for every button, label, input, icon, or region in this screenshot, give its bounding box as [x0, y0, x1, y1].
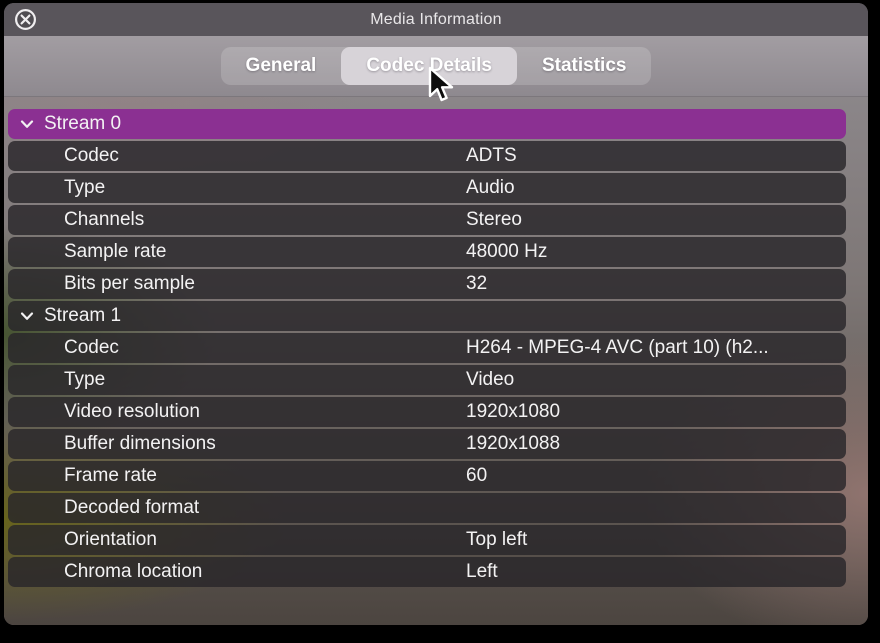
- screenshot-stage: Media Information General Codec Details …: [0, 0, 880, 643]
- tab-label: Codec Details: [366, 55, 492, 77]
- row-label: Orientation: [64, 529, 157, 551]
- row-value: Left: [466, 561, 842, 583]
- close-button[interactable]: [14, 8, 37, 31]
- tab-label: General: [246, 55, 317, 77]
- table-row-codec[interactable]: Codec ADTS: [8, 141, 846, 171]
- group-row-stream-1[interactable]: Stream 1: [8, 301, 846, 331]
- row-value: Audio: [466, 177, 842, 199]
- tab-general[interactable]: General: [221, 47, 342, 85]
- row-value: 1920x1088: [466, 433, 842, 455]
- row-value: 60: [466, 465, 842, 487]
- table-row-decoded-format[interactable]: Decoded format: [8, 493, 846, 523]
- row-value: Top left: [466, 529, 842, 551]
- window-title: Media Information: [370, 11, 501, 29]
- table-row-chroma-location[interactable]: Chroma location Left: [8, 557, 846, 587]
- row-value: Stereo: [466, 209, 842, 231]
- row-value: ADTS: [466, 145, 842, 167]
- stream-info-table[interactable]: Stream 0 Codec ADTS Type Audio Channels …: [8, 109, 846, 587]
- row-label: Channels: [64, 209, 144, 231]
- row-label: Bits per sample: [64, 273, 195, 295]
- row-label: Video resolution: [64, 401, 200, 423]
- row-value: 1920x1080: [466, 401, 842, 423]
- table-row-sample-rate[interactable]: Sample rate 48000 Hz: [8, 237, 846, 267]
- chevron-down-icon[interactable]: [20, 310, 34, 322]
- table-row-frame-rate[interactable]: Frame rate 60: [8, 461, 846, 491]
- row-label: Sample rate: [64, 241, 166, 263]
- row-label: Frame rate: [64, 465, 157, 487]
- row-value: Video: [466, 369, 842, 391]
- codec-details-panel: Stream 0 Codec ADTS Type Audio Channels …: [4, 97, 868, 625]
- table-row-orientation[interactable]: Orientation Top left: [8, 525, 846, 555]
- row-label: Stream 1: [44, 305, 121, 327]
- table-row-type[interactable]: Type Video: [8, 365, 846, 395]
- table-row-channels[interactable]: Channels Stereo: [8, 205, 846, 235]
- row-label: Codec: [64, 337, 119, 359]
- table-row-codec[interactable]: Codec H264 - MPEG-4 AVC (part 10) (h2...: [8, 333, 846, 363]
- chevron-down-icon[interactable]: [20, 118, 34, 130]
- tab-statistics[interactable]: Statistics: [517, 47, 651, 85]
- row-label: Codec: [64, 145, 119, 167]
- tab-bar: General Codec Details Statistics: [221, 47, 652, 85]
- row-label: Stream 0: [44, 113, 121, 135]
- row-value: 32: [466, 273, 842, 295]
- group-row-stream-0[interactable]: Stream 0: [8, 109, 846, 139]
- table-row-type[interactable]: Type Audio: [8, 173, 846, 203]
- row-label: Decoded format: [64, 497, 199, 519]
- tab-label: Statistics: [542, 55, 626, 77]
- toolbar: General Codec Details Statistics: [4, 36, 868, 97]
- row-label: Buffer dimensions: [64, 433, 216, 455]
- close-icon: [14, 8, 37, 31]
- table-row-buffer-dimensions[interactable]: Buffer dimensions 1920x1088: [8, 429, 846, 459]
- row-value: H264 - MPEG-4 AVC (part 10) (h2...: [466, 337, 842, 359]
- tab-codec-details[interactable]: Codec Details: [341, 47, 517, 85]
- title-bar[interactable]: Media Information: [4, 3, 868, 36]
- row-label: Chroma location: [64, 561, 202, 583]
- row-label: Type: [64, 369, 105, 391]
- row-value: 48000 Hz: [466, 241, 842, 263]
- table-row-bits-per-sample[interactable]: Bits per sample 32: [8, 269, 846, 299]
- table-row-video-resolution[interactable]: Video resolution 1920x1080: [8, 397, 846, 427]
- row-label: Type: [64, 177, 105, 199]
- media-information-window: Media Information General Codec Details …: [4, 3, 868, 625]
